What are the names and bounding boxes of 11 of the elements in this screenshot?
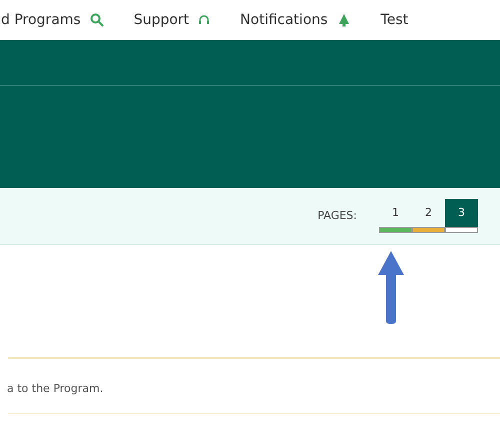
- search-icon: [90, 13, 104, 27]
- pages-label: PAGES:: [318, 208, 357, 224]
- headset-icon: [198, 14, 210, 26]
- page-button[interactable]: 2: [412, 199, 445, 233]
- nav-link[interactable]: d Programs: [1, 10, 104, 30]
- nav-link[interactable]: Notifications: [240, 10, 351, 30]
- nav-link[interactable]: Test: [380, 10, 408, 30]
- nav-link[interactable]: Support: [134, 10, 210, 30]
- bell-icon: [336, 13, 351, 27]
- page-button[interactable]: 1: [379, 199, 412, 233]
- body-text: a to the Program.: [7, 381, 104, 397]
